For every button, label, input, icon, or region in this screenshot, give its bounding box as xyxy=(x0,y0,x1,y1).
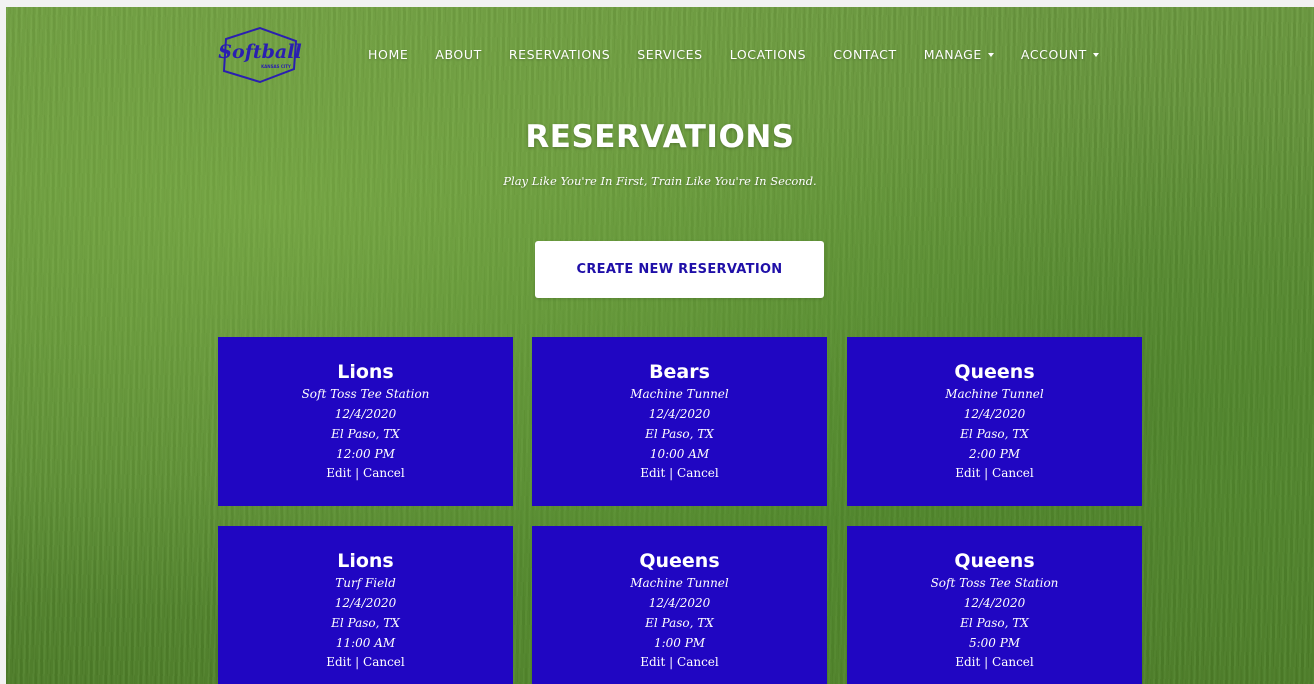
action-separator: | xyxy=(351,655,364,669)
card-service: Soft Toss Tee Station xyxy=(301,387,430,401)
card-time: 2:00 PM xyxy=(968,447,1021,461)
edit-link[interactable]: Edit xyxy=(326,655,351,669)
card-date: 12/4/2020 xyxy=(334,407,397,421)
nav-locations[interactable]: LOCATIONS xyxy=(730,47,807,62)
action-separator: | xyxy=(980,466,993,480)
nav-contact[interactable]: CONTACT xyxy=(833,47,896,62)
card-time: 12:00 PM xyxy=(336,447,395,461)
card-time: 1:00 PM xyxy=(653,636,706,650)
action-separator: | xyxy=(980,655,993,669)
edit-link[interactable]: Edit xyxy=(955,655,980,669)
nav-home[interactable]: HOME xyxy=(368,47,408,62)
action-separator: | xyxy=(351,466,364,480)
card-location: El Paso, TX xyxy=(331,616,400,630)
edit-link[interactable]: Edit xyxy=(640,466,665,480)
card-date: 12/4/2020 xyxy=(963,407,1026,421)
cancel-link[interactable]: Cancel xyxy=(992,466,1034,480)
nav-links: HOME ABOUT RESERVATIONS SERVICES LOCATIO… xyxy=(368,47,1126,62)
cancel-link[interactable]: Cancel xyxy=(677,655,719,669)
card-location: El Paso, TX xyxy=(960,427,1029,441)
page-background: Softball KANSAS CITY HOME ABOUT RESERVAT… xyxy=(6,7,1314,684)
logo-subtext: KANSAS CITY xyxy=(261,64,291,69)
cancel-link[interactable]: Cancel xyxy=(363,655,405,669)
reservation-card: Queens Soft Toss Tee Station 12/4/2020 E… xyxy=(847,526,1142,684)
nav-account-dropdown[interactable]: ACCOUNT xyxy=(1021,47,1099,62)
card-service: Machine Tunnel xyxy=(945,387,1044,401)
card-service: Machine Tunnel xyxy=(630,576,729,590)
caret-down-icon xyxy=(1092,53,1099,57)
action-separator: | xyxy=(665,655,678,669)
card-team-name: Queens xyxy=(954,550,1035,572)
card-team-name: Queens xyxy=(954,361,1035,383)
card-actions: Edit | Cancel xyxy=(532,464,827,483)
nav-manage-label: MANAGE xyxy=(923,47,982,62)
softball-logo[interactable]: Softball KANSAS CITY xyxy=(218,25,302,85)
edit-link[interactable]: Edit xyxy=(955,466,980,480)
action-separator: | xyxy=(665,466,678,480)
card-team-name: Bears xyxy=(649,361,710,383)
navbar: Softball KANSAS CITY HOME ABOUT RESERVAT… xyxy=(6,7,1314,103)
page-subtitle: Play Like You're In First, Train Like Yo… xyxy=(503,174,817,188)
card-date: 12/4/2020 xyxy=(334,596,397,610)
edit-link[interactable]: Edit xyxy=(640,655,665,669)
edit-link[interactable]: Edit xyxy=(326,466,351,480)
card-actions: Edit | Cancel xyxy=(847,653,1142,672)
cancel-link[interactable]: Cancel xyxy=(677,466,719,480)
nav-reservations[interactable]: RESERVATIONS xyxy=(509,47,610,62)
card-team-name: Lions xyxy=(337,550,394,572)
reservation-card: Lions Soft Toss Tee Station 12/4/2020 El… xyxy=(218,337,513,506)
reservation-card: Queens Machine Tunnel 12/4/2020 El Paso,… xyxy=(532,526,827,684)
card-service: Turf Field xyxy=(335,576,396,590)
card-actions: Edit | Cancel xyxy=(847,464,1142,483)
page-title: RESERVATIONS xyxy=(525,119,795,155)
cancel-link[interactable]: Cancel xyxy=(363,466,405,480)
card-time: 5:00 PM xyxy=(968,636,1021,650)
reservation-card: Bears Machine Tunnel 12/4/2020 El Paso, … xyxy=(532,337,827,506)
card-time: 10:00 AM xyxy=(649,447,710,461)
nav-services[interactable]: SERVICES xyxy=(637,47,702,62)
card-actions: Edit | Cancel xyxy=(218,653,513,672)
card-date: 12/4/2020 xyxy=(963,596,1026,610)
card-location: El Paso, TX xyxy=(645,427,714,441)
card-date: 12/4/2020 xyxy=(648,596,711,610)
reservation-card: Queens Machine Tunnel 12/4/2020 El Paso,… xyxy=(847,337,1142,506)
card-location: El Paso, TX xyxy=(645,616,714,630)
card-actions: Edit | Cancel xyxy=(532,653,827,672)
create-reservation-button[interactable]: CREATE NEW RESERVATION xyxy=(535,241,824,298)
card-location: El Paso, TX xyxy=(960,616,1029,630)
card-date: 12/4/2020 xyxy=(648,407,711,421)
card-actions: Edit | Cancel xyxy=(218,464,513,483)
card-location: El Paso, TX xyxy=(331,427,400,441)
nav-manage-dropdown[interactable]: MANAGE xyxy=(924,47,994,62)
logo-text: Softball xyxy=(218,41,301,63)
nav-account-label: ACCOUNT xyxy=(1020,47,1087,62)
card-time: 11:00 AM xyxy=(335,636,396,650)
cancel-link[interactable]: Cancel xyxy=(992,655,1034,669)
card-team-name: Lions xyxy=(337,361,394,383)
card-service: Machine Tunnel xyxy=(630,387,729,401)
card-team-name: Queens xyxy=(639,550,720,572)
caret-down-icon xyxy=(987,53,994,57)
card-service: Soft Toss Tee Station xyxy=(930,576,1059,590)
reservation-card: Lions Turf Field 12/4/2020 El Paso, TX 1… xyxy=(218,526,513,684)
nav-about[interactable]: ABOUT xyxy=(435,47,482,62)
